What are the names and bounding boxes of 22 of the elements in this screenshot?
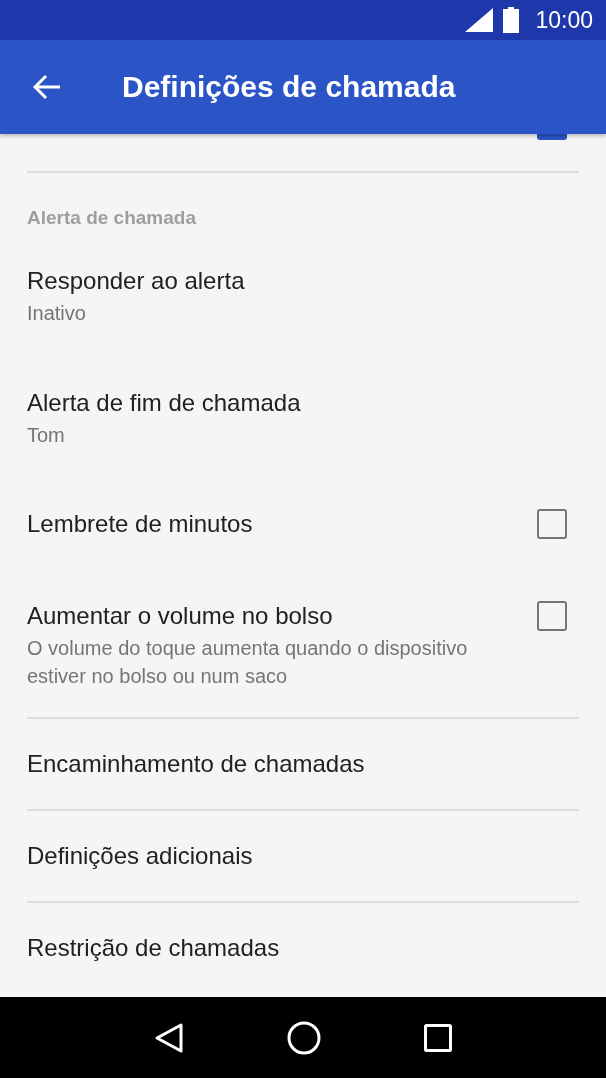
checkbox[interactable] [537,134,567,140]
clock-time: 10:00 [535,6,593,34]
back-button[interactable] [32,72,62,102]
setting-summary: O volume do toque aumenta quando o dispositivo estiver no bolso ou num saco [27,636,469,689]
setting-summary: Tom [27,423,66,448]
home-nav-icon[interactable] [287,1020,321,1055]
signal-icon [465,8,494,32]
setting-title: Encaminhamento de chamadas [27,749,366,779]
setting-title: Alerta de fim de chamada [27,388,302,418]
section-header: Alerta de chamada [26,206,197,230]
battery-icon [503,7,520,33]
setting-title: Lembrete de minutos [27,509,254,539]
setting-title: Restrição de chamadas [27,933,281,963]
screen-title: Definições de chamada [122,70,456,104]
recents-nav-icon[interactable] [424,1023,453,1052]
back-nav-icon[interactable] [153,1021,184,1054]
checkbox[interactable] [537,601,567,631]
setting-title: Aumentar o volume no bolso [27,601,334,631]
checkbox[interactable] [537,509,567,539]
setting-title: Responder ao alerta [27,266,246,296]
setting-title: Definições adicionais [27,841,254,871]
setting-summary: Inativo [27,301,87,326]
